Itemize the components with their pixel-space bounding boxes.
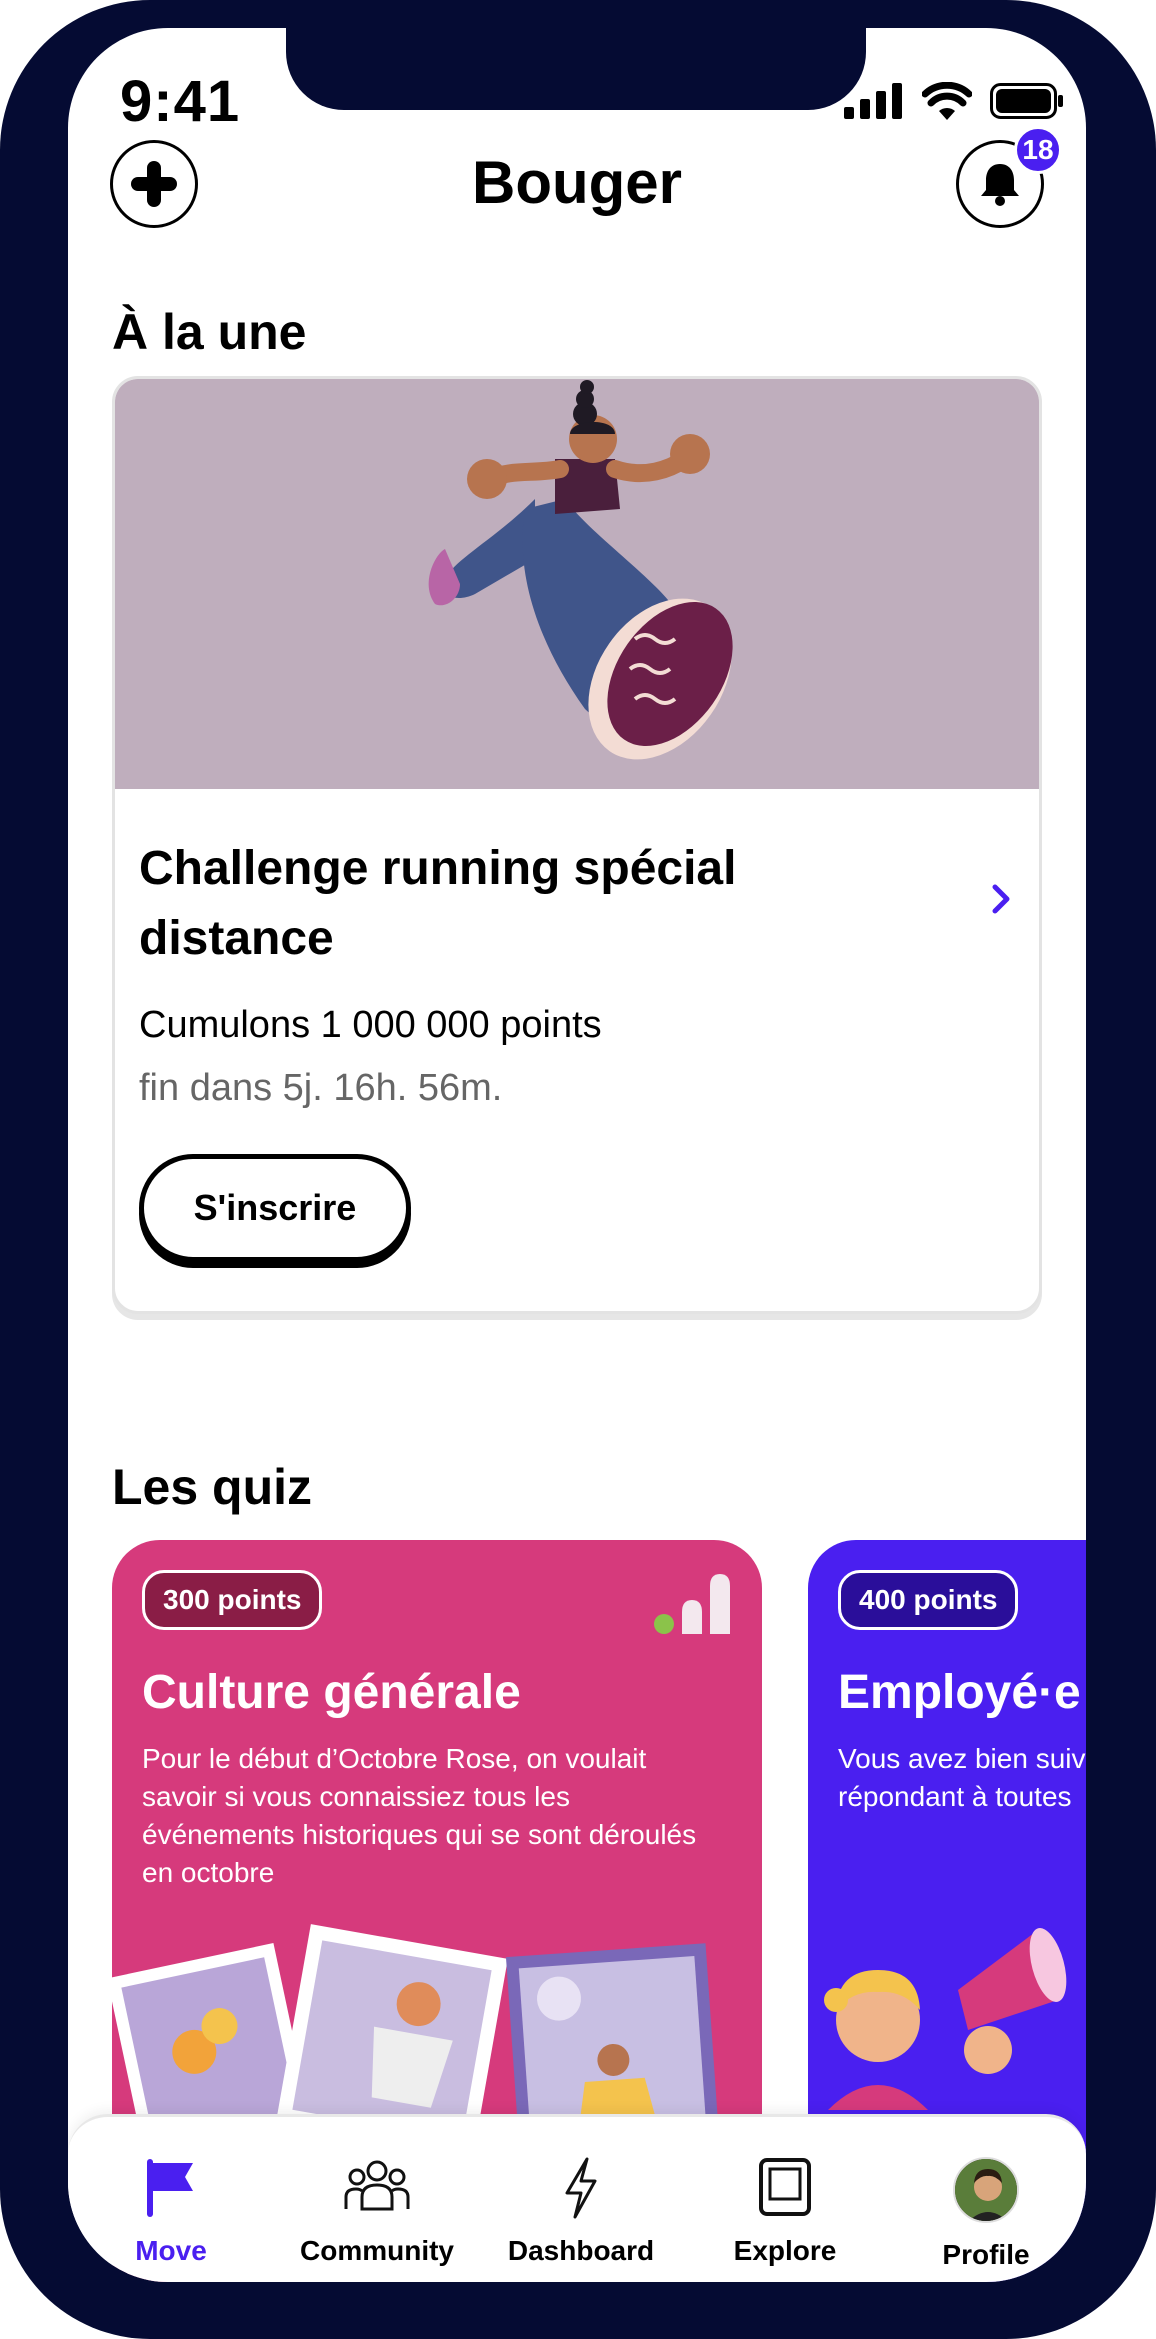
status-icons	[844, 82, 1064, 120]
nav-label: Community	[300, 2235, 454, 2266]
community-icon	[344, 2160, 410, 2211]
quiz-title: Employé·e	[838, 1666, 1081, 1719]
featured-section-title: À la une	[112, 304, 307, 360]
challenge-time-left: fin dans 5j. 16h. 56m.	[139, 1067, 503, 1109]
notch	[286, 28, 866, 110]
difficulty-level-icon	[654, 1574, 730, 1634]
bell-icon	[981, 164, 1019, 206]
battery-icon	[990, 83, 1063, 119]
wifi-icon	[922, 82, 972, 120]
quiz-photos-illustration	[112, 1924, 720, 2120]
nav-item-move[interactable]: Move	[71, 2117, 271, 2282]
nav-label: Move	[135, 2235, 207, 2266]
lightning-icon	[565, 2157, 597, 2219]
page-title: Bouger	[472, 149, 682, 216]
quiz-title: Culture générale	[142, 1666, 521, 1719]
nav-label: Dashboard	[507, 2235, 655, 2266]
signal-icon	[844, 83, 902, 119]
points-badge: 300 points	[142, 1570, 323, 1630]
quiz-description: Vous avez bien suiv Heroes en septemb ré…	[838, 1743, 1086, 1812]
megaphone-illustration	[824, 1928, 1067, 2110]
nav-item-explore[interactable]: Explore	[685, 2117, 885, 2282]
signup-button[interactable]: S'inscrire	[139, 1154, 411, 1262]
status-time: 9:41	[120, 69, 241, 134]
quiz-section-title: Les quiz	[112, 1459, 313, 1515]
quiz-description: Pour le début d’Octobre Rose, on voulait…	[142, 1743, 697, 1888]
nav-label: Explore	[733, 2235, 837, 2266]
tablet-icon	[759, 2158, 811, 2216]
phone-frame: 9:41 Bouger 18 À la une Challenge runnin…	[0, 0, 1156, 2339]
chevron-right-icon[interactable]	[987, 879, 1017, 919]
flag-icon	[147, 2159, 193, 2217]
nav-item-community[interactable]: Community	[277, 2117, 477, 2282]
screen: 9:41 Bouger 18 À la une Challenge runnin…	[68, 28, 1086, 2282]
challenge-title: Challenge running spécial distance	[139, 842, 737, 965]
avatar	[953, 2157, 1019, 2223]
featured-challenge-card[interactable]: Challenge running spécial distance Cumul…	[112, 376, 1042, 1314]
notification-badge: 18	[1014, 126, 1062, 174]
nav-item-dashboard[interactable]: Dashboard	[481, 2117, 681, 2282]
bottom-nav: Move Community Dashboard Explore Profile	[68, 2114, 1086, 2282]
challenge-subtitle: Cumulons 1 000 000 points	[139, 1004, 602, 1046]
runner-illustration	[115, 379, 1039, 789]
points-badge: 400 points	[838, 1570, 1019, 1630]
nav-label: Profile	[942, 2239, 1030, 2270]
nav-item-profile[interactable]: Profile	[886, 2117, 1086, 2282]
